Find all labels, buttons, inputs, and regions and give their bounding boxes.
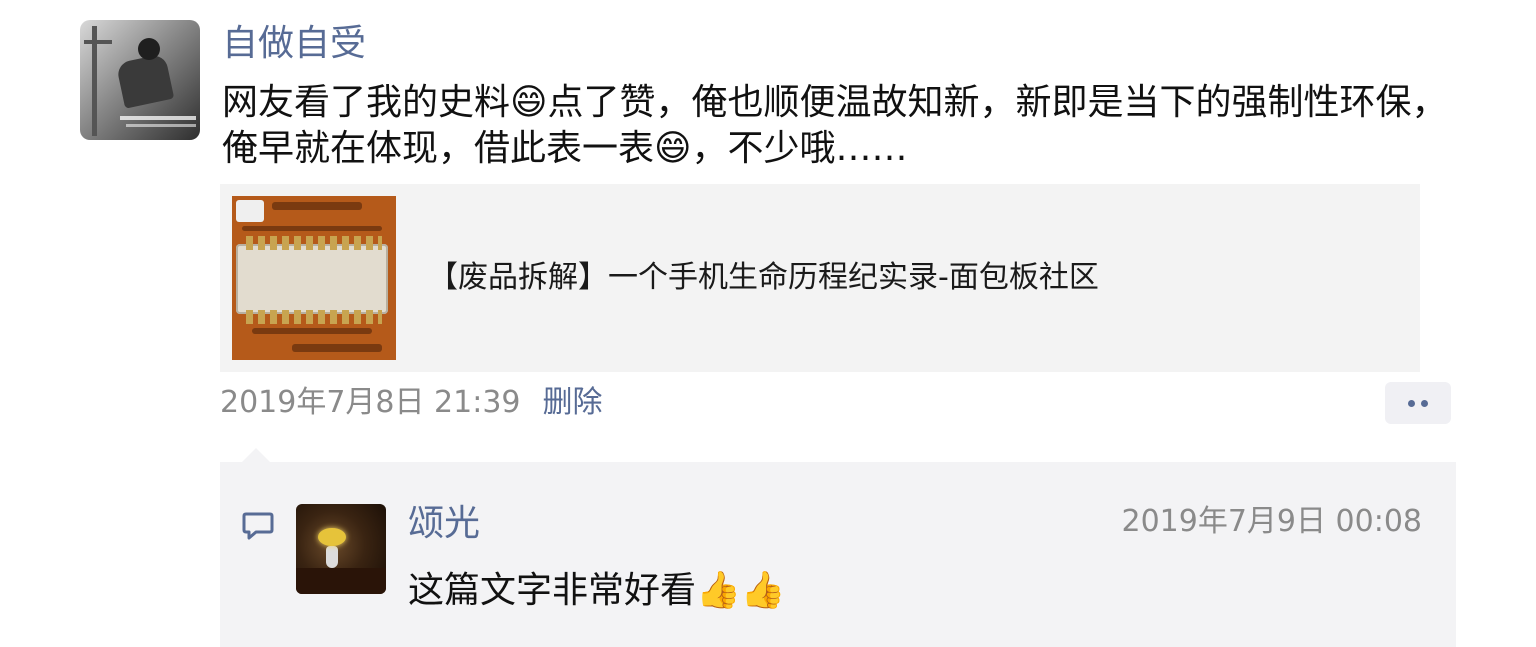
thumbnail-detail	[246, 236, 382, 250]
post-text: 网友看了我的史料😄点了赞，俺也顺便温故知新，新即是当下的强制性环保，俺早就在体现…	[222, 82, 1448, 169]
author-avatar[interactable]	[80, 20, 200, 140]
thumbnail-detail	[272, 202, 362, 210]
comment-section-caret	[242, 448, 270, 462]
comment-section: 颂光 2019年7月9日 00:08 这篇文字非常好看👍👍	[220, 448, 1456, 647]
connector-chip	[236, 244, 388, 314]
more-actions-button[interactable]	[1385, 382, 1451, 424]
author-name[interactable]: 自做自受	[222, 22, 366, 66]
comment-bubble-icon	[242, 512, 274, 540]
link-title: 【废品拆解】一个手机生命历程纪实录-面包板社区	[428, 260, 1099, 295]
avatar-photo-detail	[296, 568, 386, 594]
comment-text: 这篇文字非常好看👍👍	[408, 570, 786, 611]
thumbnail-detail	[246, 310, 382, 324]
avatar-photo-detail	[318, 528, 346, 546]
avatar-photo-detail	[326, 546, 338, 568]
thumbnail-detail	[292, 344, 382, 352]
thumbnail-detail	[252, 328, 372, 334]
delete-button[interactable]: 删除	[543, 385, 603, 420]
link-thumbnail	[232, 196, 396, 360]
shared-link-card[interactable]: 【废品拆解】一个手机生命历程纪实录-面包板社区	[220, 184, 1420, 372]
more-dot-icon	[1421, 400, 1428, 407]
thumbnail-detail	[242, 226, 382, 231]
avatar-photo-detail	[84, 40, 112, 44]
avatar-photo-detail	[115, 53, 175, 109]
thumbnail-detail	[236, 200, 264, 222]
post-timestamp: 2019年7月8日 21:39	[220, 385, 521, 420]
post-meta: 2019年7月8日 21:39 删除	[220, 382, 603, 424]
avatar-watermark	[120, 116, 196, 120]
commenter-name[interactable]: 颂光	[408, 502, 480, 546]
comment-timestamp: 2019年7月9日 00:08	[1121, 504, 1422, 539]
avatar-photo-detail	[138, 38, 160, 60]
commenter-avatar[interactable]	[296, 504, 386, 594]
avatar-watermark	[126, 124, 196, 127]
more-dot-icon	[1408, 400, 1415, 407]
